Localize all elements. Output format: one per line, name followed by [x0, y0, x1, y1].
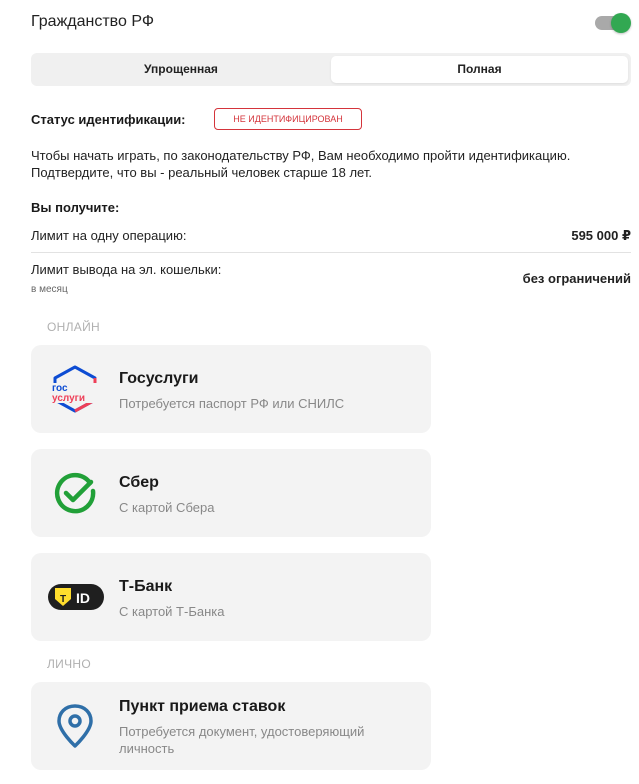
sber-check-icon: [49, 467, 101, 519]
method-card-tbank[interactable]: T ID Т-Банк С картой Т-Банка: [31, 553, 431, 641]
citizenship-header: Гражданство РФ: [31, 0, 631, 46]
receive-title: Вы получите:: [31, 200, 120, 215]
limit-label: Лимит вывода на эл. кошельки:: [31, 262, 222, 277]
limit-row-operation: Лимит на одну операцию: 595 000 ₽: [31, 228, 631, 253]
status-label: Статус идентификации:: [31, 112, 186, 127]
limit-period: в месяц: [31, 284, 68, 295]
method-card-sber[interactable]: Сбер С картой Сбера: [31, 449, 431, 537]
section-label-personal: ЛИЧНО: [47, 657, 91, 671]
gosuslugi-logo-icon: гос услуги: [49, 363, 101, 415]
limit-value: 595 000 ₽: [571, 228, 631, 243]
info-text: Чтобы начать играть, по законодательству…: [31, 148, 571, 180]
method-title: Пункт приема ставок: [119, 698, 286, 715]
method-title: Сбер: [119, 474, 159, 491]
method-description: С картой Сбера: [119, 500, 215, 515]
tab-simplified[interactable]: Упрощенная: [34, 56, 328, 83]
citizenship-toggle[interactable]: [595, 13, 631, 33]
method-description: С картой Т-Банка: [119, 604, 225, 619]
method-card-betting-point[interactable]: Пункт приема ставок Потребуется документ…: [31, 682, 431, 770]
tbank-icon-t: T: [60, 594, 66, 605]
tbank-icon-id: ID: [76, 590, 90, 606]
method-card-gosuslugi[interactable]: гос услуги Госуслуги Потребуется паспорт…: [31, 345, 431, 433]
citizenship-title: Гражданство РФ: [31, 13, 154, 30]
tab-full[interactable]: Полная: [331, 56, 628, 83]
location-pin-icon: [49, 700, 101, 752]
section-label-online: ОНЛАЙН: [47, 320, 100, 334]
gosuslugi-icon-text-bottom: услуги: [52, 393, 85, 404]
method-title: Т-Банк: [119, 578, 173, 595]
method-description: Потребуется паспорт РФ или СНИЛС: [119, 396, 345, 411]
tbank-id-icon: T ID: [48, 571, 104, 623]
limit-label: Лимит на одну операцию:: [31, 228, 187, 243]
method-description: Потребуется документ, удостоверяющий лич…: [119, 724, 365, 756]
limit-value: без ограничений: [522, 271, 631, 286]
identification-type-switch: Упрощенная Полная: [31, 53, 631, 86]
toggle-knob: [611, 13, 631, 33]
limit-row-wallets: Лимит вывода на эл. кошельки: в месяц бе…: [31, 262, 631, 302]
status-badge: НЕ ИДЕНТИФИЦИРОВАН: [214, 108, 362, 130]
method-title: Госуслуги: [119, 370, 199, 387]
